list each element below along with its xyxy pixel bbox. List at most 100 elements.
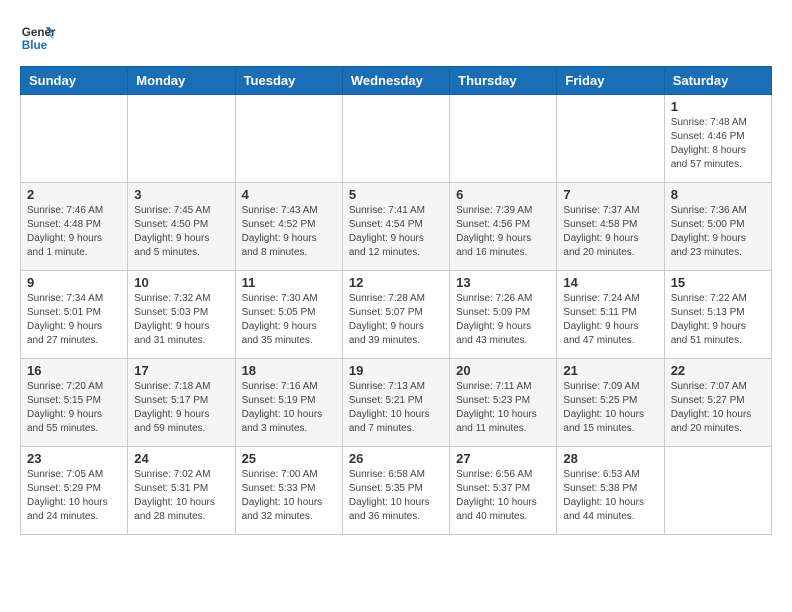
- day-number: 20: [456, 363, 550, 378]
- day-number: 14: [563, 275, 657, 290]
- day-info: Sunrise: 7:28 AM Sunset: 5:07 PM Dayligh…: [349, 292, 443, 348]
- day-info: Sunrise: 7:07 AM Sunset: 5:27 PM Dayligh…: [671, 380, 765, 436]
- day-number: 11: [242, 275, 336, 290]
- day-info: Sunrise: 6:56 AM Sunset: 5:37 PM Dayligh…: [456, 468, 550, 524]
- calendar-week-3: 16 Sunrise: 7:20 AM Sunset: 5:15 PM Dayli…: [21, 359, 772, 447]
- calendar-cell: 1 Sunrise: 7:48 AM Sunset: 4:46 PM Daylig…: [664, 95, 771, 183]
- logo-icon: General Blue: [20, 20, 56, 56]
- header-monday: Monday: [128, 67, 235, 95]
- calendar-cell: [450, 95, 557, 183]
- calendar-week-2: 9Sunrise: 7:34 AM Sunset: 5:01 PM Daylig…: [21, 271, 772, 359]
- day-info: Sunrise: 7:43 AM Sunset: 4:52 PM Dayligh…: [242, 204, 336, 260]
- calendar-cell: 14 Sunrise: 7:24 AM Sunset: 5:11 PM Dayli…: [557, 271, 664, 359]
- day-info: Sunrise: 7:30 AM Sunset: 5:05 PM Dayligh…: [242, 292, 336, 348]
- header-thursday: Thursday: [450, 67, 557, 95]
- calendar-cell: 2 Sunrise: 7:46 AM Sunset: 4:48 PM Daylig…: [21, 183, 128, 271]
- day-info: Sunrise: 7:05 AM Sunset: 5:29 PM Dayligh…: [27, 468, 121, 524]
- day-number: 8: [671, 187, 765, 202]
- calendar-cell: 15 Sunrise: 7:22 AM Sunset: 5:13 PM Dayli…: [664, 271, 771, 359]
- day-number: 6: [456, 187, 550, 202]
- header-saturday: Saturday: [664, 67, 771, 95]
- day-info: Sunrise: 7:16 AM Sunset: 5:19 PM Dayligh…: [242, 380, 336, 436]
- day-number: 13: [456, 275, 550, 290]
- calendar-cell: 9Sunrise: 7:34 AM Sunset: 5:01 PM Daylig…: [21, 271, 128, 359]
- day-number: 15: [671, 275, 765, 290]
- day-info: Sunrise: 7:46 AM Sunset: 4:48 PM Dayligh…: [27, 204, 121, 260]
- day-info: Sunrise: 7:39 AM Sunset: 4:56 PM Dayligh…: [456, 204, 550, 260]
- calendar-cell: 19 Sunrise: 7:13 AM Sunset: 5:21 PM Dayli…: [342, 359, 449, 447]
- day-number: 2: [27, 187, 121, 202]
- day-info: Sunrise: 7:36 AM Sunset: 5:00 PM Dayligh…: [671, 204, 765, 260]
- header-wednesday: Wednesday: [342, 67, 449, 95]
- day-info: Sunrise: 7:41 AM Sunset: 4:54 PM Dayligh…: [349, 204, 443, 260]
- logo: General Blue: [20, 20, 56, 56]
- day-number: 5: [349, 187, 443, 202]
- calendar-cell: [557, 95, 664, 183]
- day-info: Sunrise: 6:53 AM Sunset: 5:38 PM Dayligh…: [563, 468, 657, 524]
- calendar-cell: 20Sunrise: 7:11 AM Sunset: 5:23 PM Dayli…: [450, 359, 557, 447]
- day-number: 19: [349, 363, 443, 378]
- calendar-header-row: SundayMondayTuesdayWednesdayThursdayFrid…: [21, 67, 772, 95]
- day-number: 7: [563, 187, 657, 202]
- day-info: Sunrise: 7:22 AM Sunset: 5:13 PM Dayligh…: [671, 292, 765, 348]
- calendar-cell: 7 Sunrise: 7:37 AM Sunset: 4:58 PM Daylig…: [557, 183, 664, 271]
- calendar-cell: 4Sunrise: 7:43 AM Sunset: 4:52 PM Daylig…: [235, 183, 342, 271]
- svg-text:General: General: [22, 26, 56, 39]
- day-info: Sunrise: 7:26 AM Sunset: 5:09 PM Dayligh…: [456, 292, 550, 348]
- day-info: Sunrise: 7:02 AM Sunset: 5:31 PM Dayligh…: [134, 468, 228, 524]
- calendar-table: SundayMondayTuesdayWednesdayThursdayFrid…: [20, 66, 772, 535]
- day-info: Sunrise: 6:58 AM Sunset: 5:35 PM Dayligh…: [349, 468, 443, 524]
- calendar-cell: 5 Sunrise: 7:41 AM Sunset: 4:54 PM Daylig…: [342, 183, 449, 271]
- calendar-cell: [128, 95, 235, 183]
- page-header: General Blue: [20, 20, 772, 56]
- calendar-cell: [235, 95, 342, 183]
- calendar-cell: 28 Sunrise: 6:53 AM Sunset: 5:38 PM Dayli…: [557, 447, 664, 535]
- day-number: 3: [134, 187, 228, 202]
- header-sunday: Sunday: [21, 67, 128, 95]
- svg-text:Blue: Blue: [22, 39, 48, 52]
- day-info: Sunrise: 7:45 AM Sunset: 4:50 PM Dayligh…: [134, 204, 228, 260]
- calendar-cell: 12 Sunrise: 7:28 AM Sunset: 5:07 PM Dayli…: [342, 271, 449, 359]
- calendar-cell: 23 Sunrise: 7:05 AM Sunset: 5:29 PM Dayli…: [21, 447, 128, 535]
- day-number: 21: [563, 363, 657, 378]
- day-number: 22: [671, 363, 765, 378]
- day-info: Sunrise: 7:20 AM Sunset: 5:15 PM Dayligh…: [27, 380, 121, 436]
- day-number: 27: [456, 451, 550, 466]
- calendar-cell: 16 Sunrise: 7:20 AM Sunset: 5:15 PM Dayli…: [21, 359, 128, 447]
- day-info: Sunrise: 7:48 AM Sunset: 4:46 PM Dayligh…: [671, 116, 765, 172]
- day-info: Sunrise: 7:00 AM Sunset: 5:33 PM Dayligh…: [242, 468, 336, 524]
- day-number: 26: [349, 451, 443, 466]
- calendar-cell: 26 Sunrise: 6:58 AM Sunset: 5:35 PM Dayli…: [342, 447, 449, 535]
- day-info: Sunrise: 7:24 AM Sunset: 5:11 PM Dayligh…: [563, 292, 657, 348]
- calendar-cell: 3 Sunrise: 7:45 AM Sunset: 4:50 PM Daylig…: [128, 183, 235, 271]
- day-info: Sunrise: 7:09 AM Sunset: 5:25 PM Dayligh…: [563, 380, 657, 436]
- calendar-cell: [342, 95, 449, 183]
- calendar-cell: 24 Sunrise: 7:02 AM Sunset: 5:31 PM Dayli…: [128, 447, 235, 535]
- day-number: 23: [27, 451, 121, 466]
- day-number: 24: [134, 451, 228, 466]
- calendar-cell: [664, 447, 771, 535]
- day-number: 9: [27, 275, 121, 290]
- day-number: 16: [27, 363, 121, 378]
- calendar-week-4: 23 Sunrise: 7:05 AM Sunset: 5:29 PM Dayli…: [21, 447, 772, 535]
- day-number: 12: [349, 275, 443, 290]
- header-tuesday: Tuesday: [235, 67, 342, 95]
- day-number: 1: [671, 99, 765, 114]
- calendar-cell: 8 Sunrise: 7:36 AM Sunset: 5:00 PM Daylig…: [664, 183, 771, 271]
- header-friday: Friday: [557, 67, 664, 95]
- calendar-cell: 6 Sunrise: 7:39 AM Sunset: 4:56 PM Daylig…: [450, 183, 557, 271]
- day-number: 17: [134, 363, 228, 378]
- calendar-cell: 17 Sunrise: 7:18 AM Sunset: 5:17 PM Dayli…: [128, 359, 235, 447]
- day-number: 28: [563, 451, 657, 466]
- calendar-week-0: 1 Sunrise: 7:48 AM Sunset: 4:46 PM Daylig…: [21, 95, 772, 183]
- calendar-cell: 11 Sunrise: 7:30 AM Sunset: 5:05 PM Dayli…: [235, 271, 342, 359]
- calendar-cell: [21, 95, 128, 183]
- day-info: Sunrise: 7:13 AM Sunset: 5:21 PM Dayligh…: [349, 380, 443, 436]
- calendar-cell: 10Sunrise: 7:32 AM Sunset: 5:03 PM Dayli…: [128, 271, 235, 359]
- calendar-cell: 25 Sunrise: 7:00 AM Sunset: 5:33 PM Dayli…: [235, 447, 342, 535]
- calendar-cell: 21 Sunrise: 7:09 AM Sunset: 5:25 PM Dayli…: [557, 359, 664, 447]
- day-number: 25: [242, 451, 336, 466]
- day-info: Sunrise: 7:37 AM Sunset: 4:58 PM Dayligh…: [563, 204, 657, 260]
- day-info: Sunrise: 7:18 AM Sunset: 5:17 PM Dayligh…: [134, 380, 228, 436]
- day-info: Sunrise: 7:32 AM Sunset: 5:03 PM Dayligh…: [134, 292, 228, 348]
